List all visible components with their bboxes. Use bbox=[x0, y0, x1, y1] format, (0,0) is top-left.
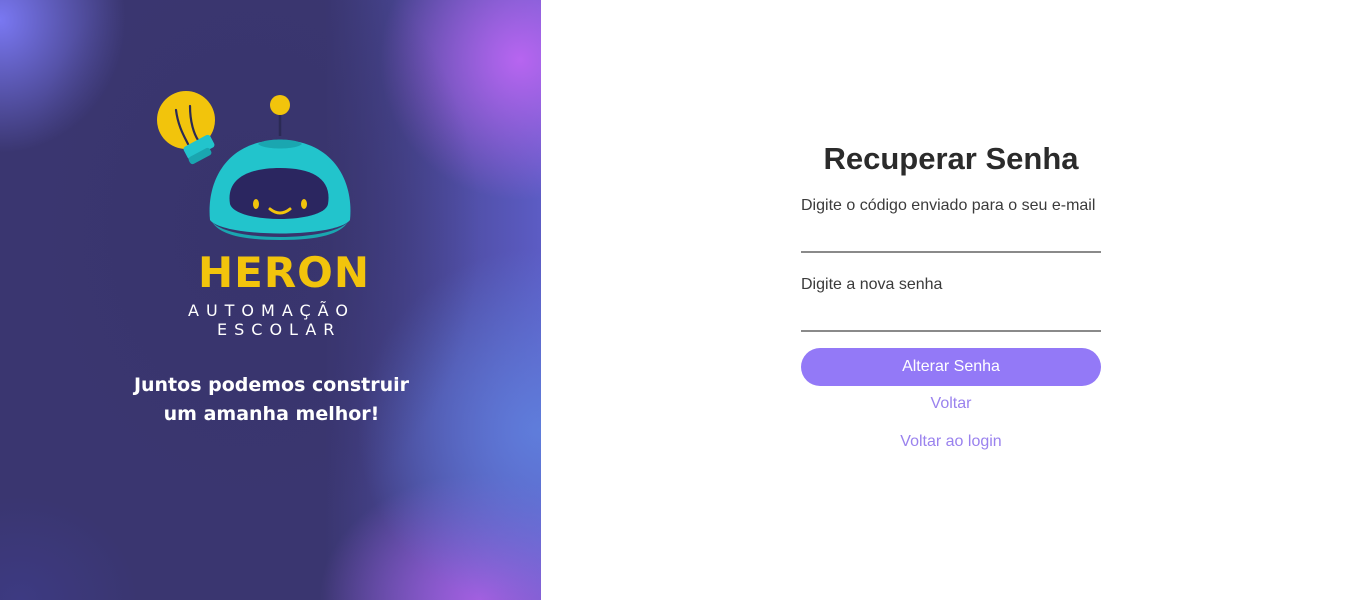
code-input[interactable] bbox=[801, 219, 1101, 253]
brand-subtitle-line1: AUTOMAÇÃO bbox=[188, 301, 355, 320]
form-panel: Recuperar Senha Digite o código enviado … bbox=[541, 0, 1355, 600]
robot-mascot-icon bbox=[209, 95, 351, 240]
code-label: Digite o código enviado para o seu e-mai… bbox=[801, 197, 1096, 214]
brand-name: HERON bbox=[198, 248, 371, 297]
brand-panel: HERON AUTOMAÇÃO ESCOLAR Juntos podemos c… bbox=[0, 0, 541, 600]
back-to-login-link[interactable]: Voltar ao login bbox=[801, 432, 1101, 452]
recover-password-form: Recuperar Senha Digite o código enviado … bbox=[801, 138, 1101, 452]
change-password-button[interactable]: Alterar Senha bbox=[801, 348, 1101, 386]
new-password-label: Digite a nova senha bbox=[801, 276, 943, 293]
tagline-line2: um amanha melhor! bbox=[163, 403, 380, 425]
new-password-input[interactable] bbox=[801, 298, 1101, 332]
brand-subtitle-line2: ESCOLAR bbox=[217, 320, 342, 339]
recover-password-page: HERON AUTOMAÇÃO ESCOLAR Juntos podemos c… bbox=[0, 0, 1355, 600]
tagline-line1: Juntos podemos construir bbox=[133, 374, 410, 396]
page-title: Recuperar Senha bbox=[823, 141, 1079, 176]
back-link[interactable]: Voltar bbox=[801, 394, 1101, 414]
lightbulb-icon bbox=[157, 91, 215, 165]
logo-illustration bbox=[157, 91, 351, 240]
brand-tagline: Juntos podemos construir um amanha melho… bbox=[100, 371, 443, 429]
